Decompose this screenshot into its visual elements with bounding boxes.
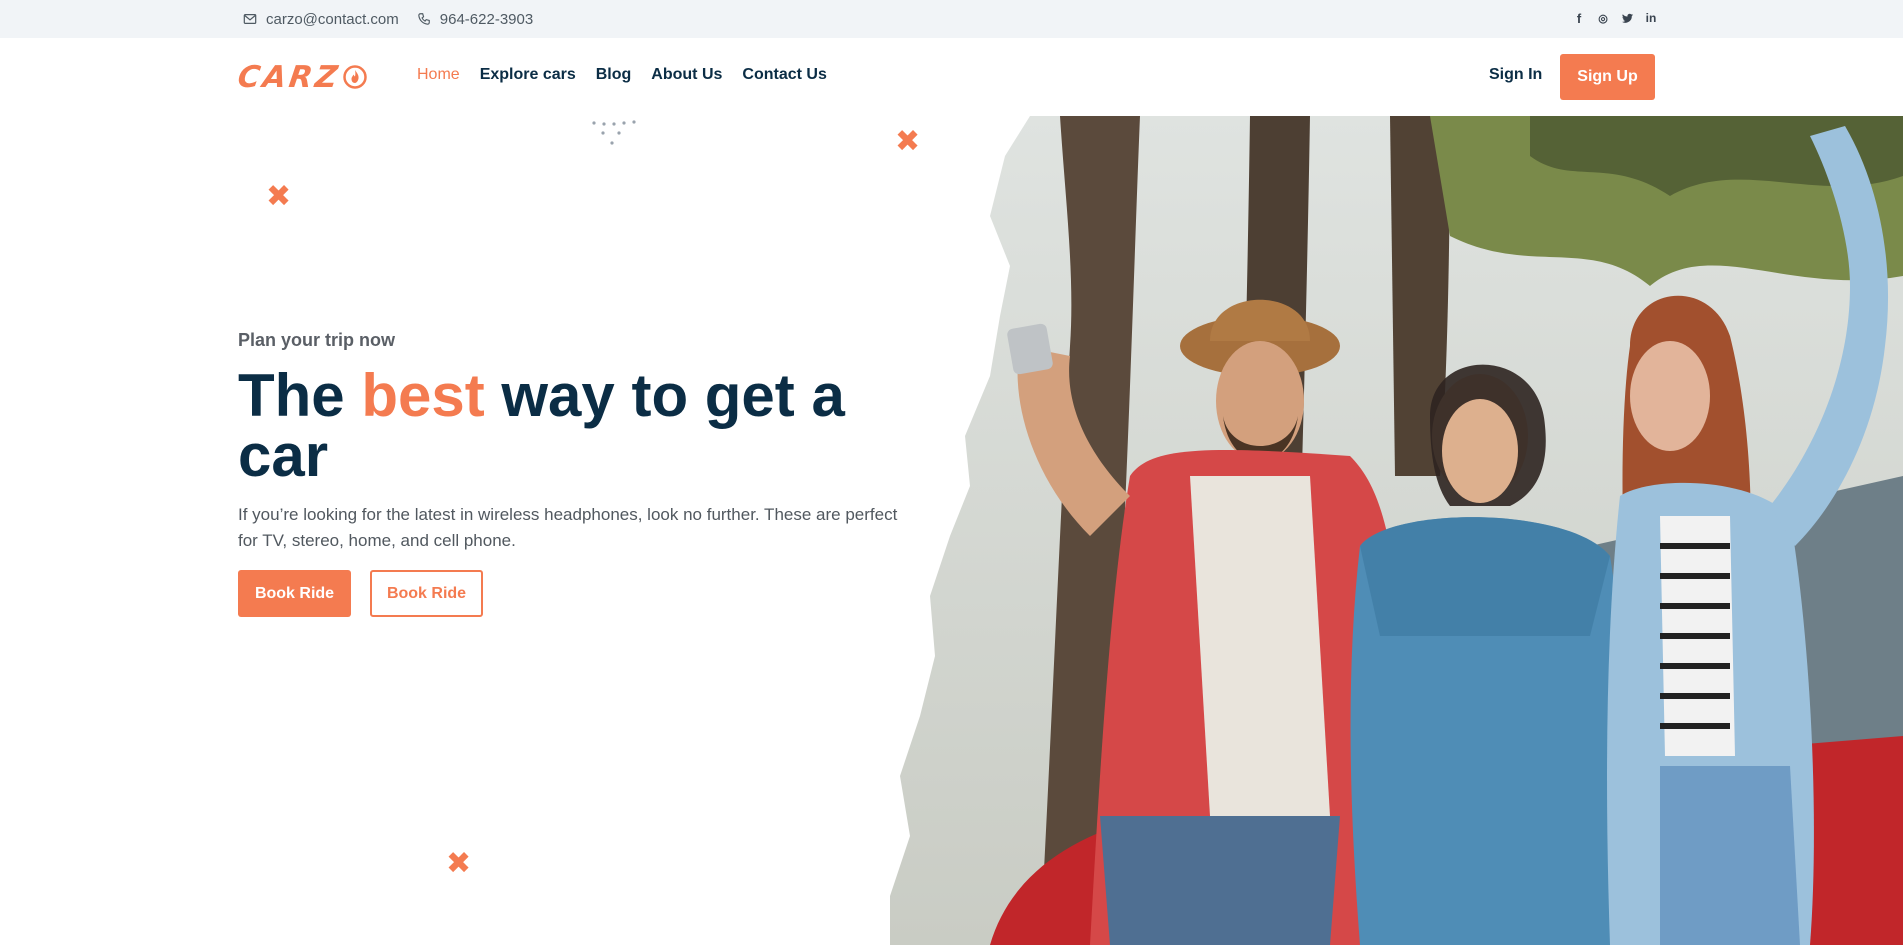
- instagram-icon[interactable]: ◎: [1596, 11, 1610, 25]
- decor-x-icon: ✖: [266, 179, 292, 214]
- sign-in-link[interactable]: Sign In: [1489, 66, 1542, 84]
- nav-item-explore-cars[interactable]: Explore cars: [480, 66, 576, 84]
- logo[interactable]: CARZ: [235, 59, 368, 95]
- hero-image: [890, 116, 1903, 945]
- phone-text: 964-622-3903: [439, 10, 534, 28]
- nav-menu: Home Explore cars Blog About Us Contact …: [417, 66, 827, 84]
- hero-eyebrow: Plan your trip now: [238, 330, 396, 350]
- mail-icon: [243, 14, 257, 24]
- top-bar: carzo@contact.com 964-622-3903 f ◎ in: [0, 0, 1903, 38]
- email-item[interactable]: carzo@contact.com: [243, 11, 399, 28]
- decor-dots-icon: [592, 120, 636, 145]
- nav-item-about-us[interactable]: About Us: [651, 66, 722, 84]
- decor-x-icon: ✖: [446, 846, 472, 881]
- hero-description: If you’re looking for the latest in wire…: [238, 505, 898, 550]
- facebook-icon[interactable]: f: [1572, 11, 1586, 26]
- hero-title-accent: best: [361, 362, 485, 429]
- email-text: carzo@contact.com: [266, 10, 399, 28]
- sign-up-button[interactable]: Sign Up: [1560, 54, 1655, 100]
- social-links: f ◎ in: [1572, 0, 1658, 36]
- flame-icon: [343, 65, 367, 89]
- twitter-icon[interactable]: [1620, 11, 1634, 25]
- contact-info: carzo@contact.com 964-622-3903: [243, 0, 541, 38]
- book-ride-outline-button[interactable]: Book Ride: [370, 570, 483, 617]
- main-nav: CARZ Home Explore cars Blog About Us Con…: [0, 38, 1903, 116]
- nav-item-home[interactable]: Home: [417, 66, 460, 84]
- linkedin-icon[interactable]: in: [1644, 11, 1658, 25]
- nav-item-blog[interactable]: Blog: [596, 66, 632, 84]
- phone-icon: [418, 13, 430, 25]
- hero-title-start: The: [238, 362, 362, 429]
- book-ride-button[interactable]: Book Ride: [238, 570, 351, 617]
- logo-text: CARZ: [235, 59, 343, 95]
- phone-item[interactable]: 964-622-3903: [417, 11, 533, 28]
- nav-item-contact-us[interactable]: Contact Us: [742, 66, 826, 84]
- hero-title: The best way to get a car: [238, 366, 878, 486]
